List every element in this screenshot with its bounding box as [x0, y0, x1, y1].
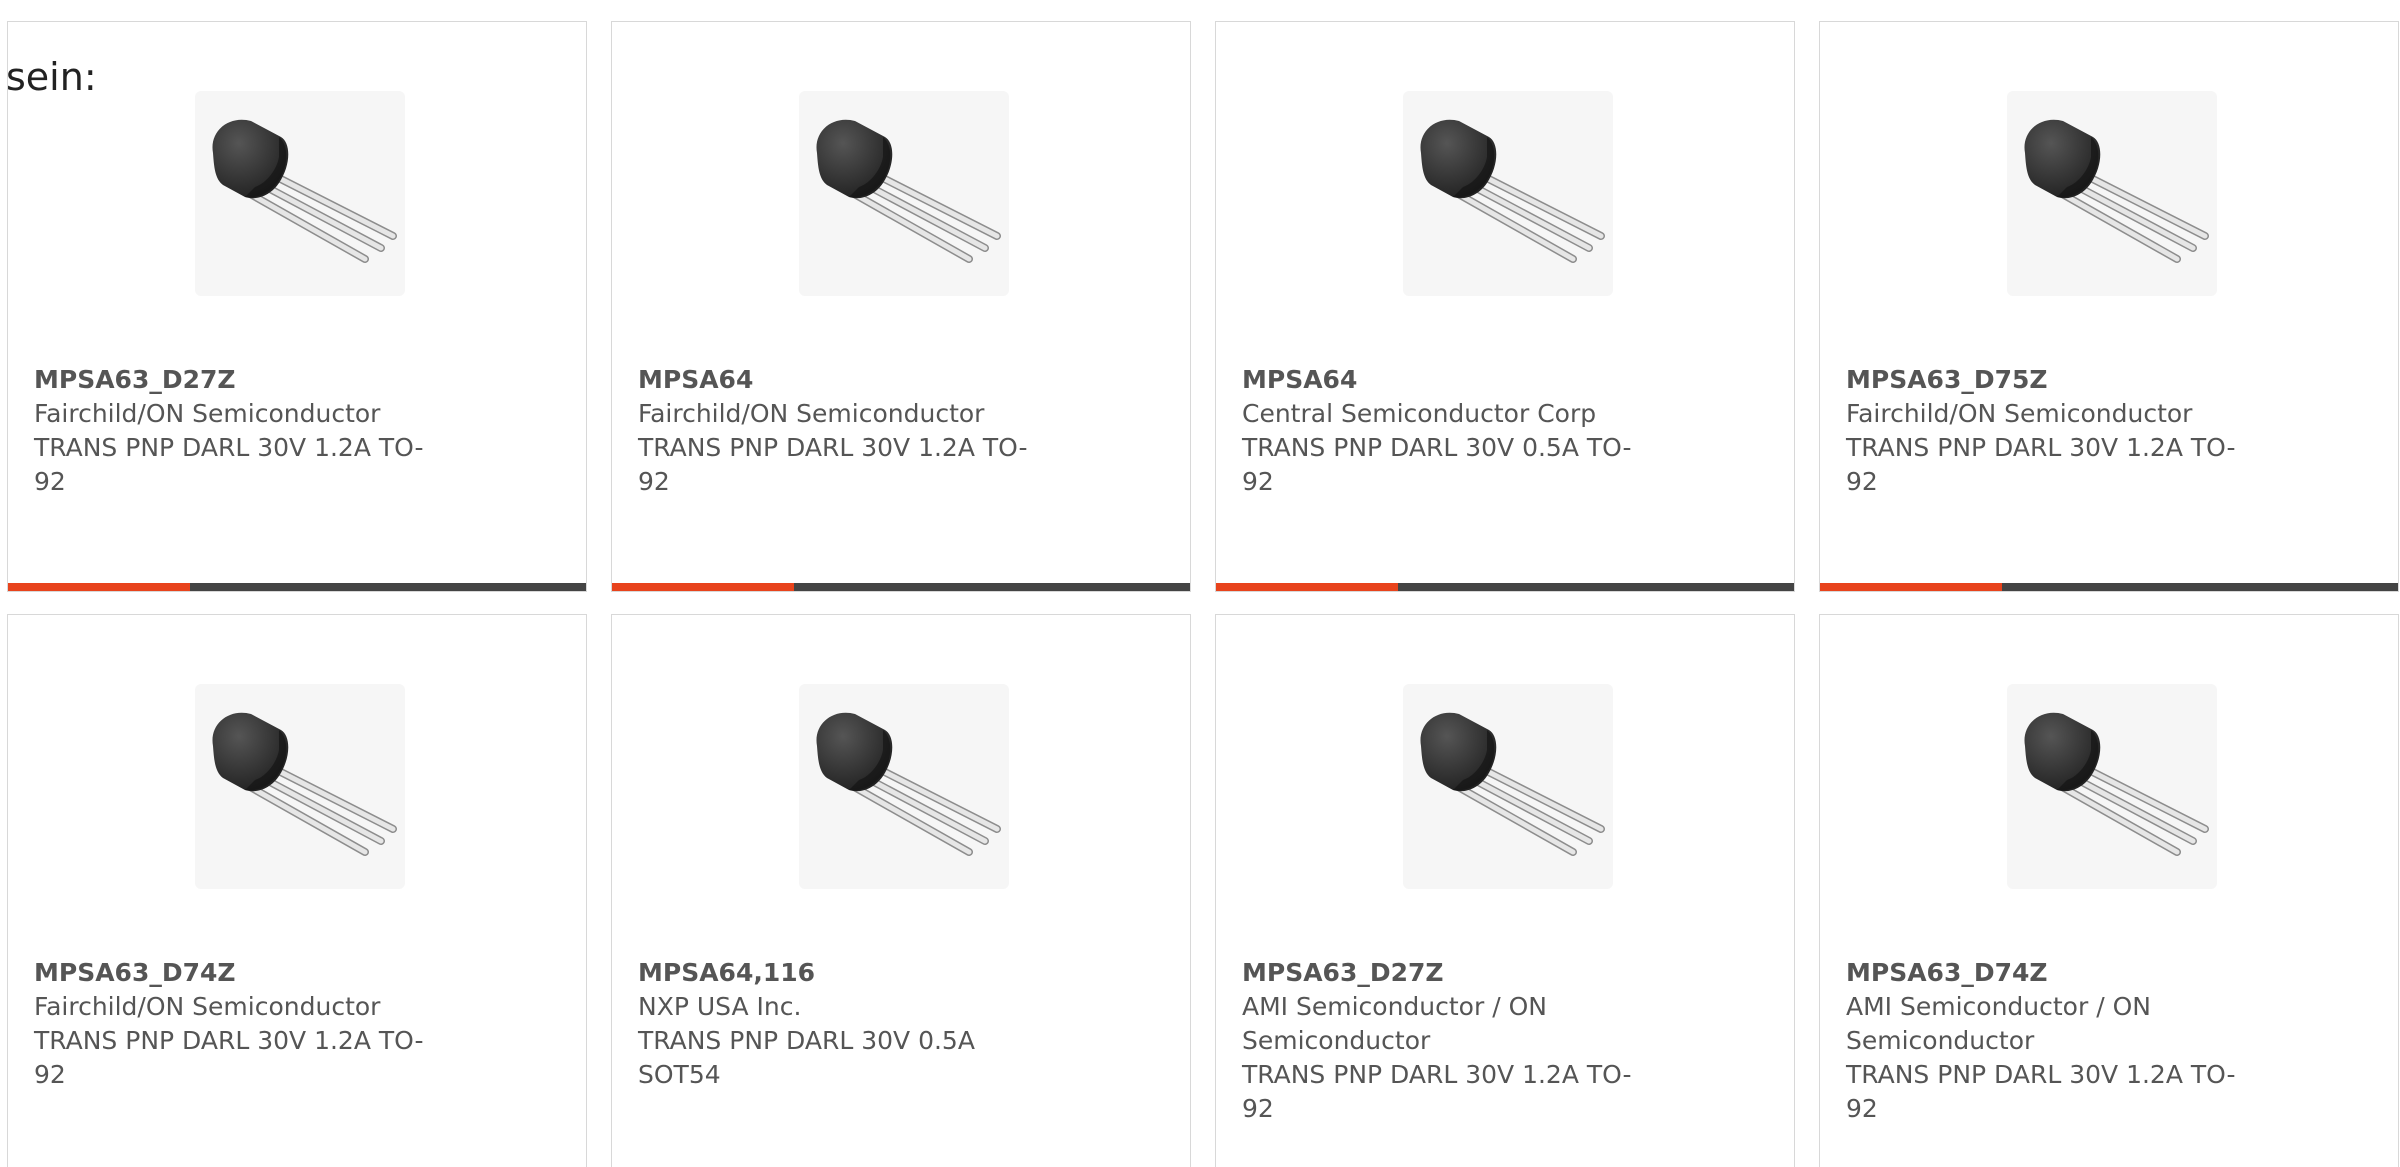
part-number[interactable]: MPSA63_D27Z [34, 363, 454, 397]
product-card[interactable]: MPSA64 Central Semiconductor Corp TRANS … [1215, 21, 1795, 592]
manufacturer: Central Semiconductor Corp [1242, 399, 1597, 428]
product-grid: MPSA63_D27Z Fairchild/ON Semiconductor T… [7, 21, 2400, 1167]
part-number[interactable]: MPSA63_D74Z [34, 956, 454, 990]
to92-transistor-icon[interactable] [799, 91, 1009, 296]
product-card[interactable]: MPSA64 Fairchild/ON Semiconductor TRANS … [611, 21, 1191, 592]
part-number[interactable]: MPSA64 [1242, 363, 1662, 397]
product-card[interactable]: MPSA63_D27Z AMI Semiconductor / ON Semic… [1215, 614, 1795, 1167]
card-accent-bar [8, 583, 190, 591]
description: TRANS PNP DARL 30V 1.2A TO-92 [638, 433, 1028, 496]
card-accent-bar [1820, 583, 2002, 591]
description: TRANS PNP DARL 30V 0.5A TO-92 [1242, 433, 1632, 496]
page: sein: MPSA63_D27Z Fairchild/ON Semicondu… [0, 0, 2400, 1167]
to92-transistor-icon[interactable] [2007, 684, 2217, 889]
manufacturer: NXP USA Inc. [638, 992, 802, 1021]
to92-transistor-icon[interactable] [1403, 684, 1613, 889]
product-card[interactable]: MPSA63_D74Z Fairchild/ON Semiconductor T… [7, 614, 587, 1167]
manufacturer: AMI Semiconductor / ON Semiconductor [1242, 992, 1547, 1055]
card-bottom-bar [1820, 583, 2398, 591]
product-info: MPSA63_D27Z Fairchild/ON Semiconductor T… [34, 363, 454, 499]
manufacturer: AMI Semiconductor / ON Semiconductor [1846, 992, 2151, 1055]
part-number[interactable]: MPSA63_D75Z [1846, 363, 2266, 397]
product-card[interactable]: MPSA63_D74Z AMI Semiconductor / ON Semic… [1819, 614, 2399, 1167]
product-info: MPSA64 Fairchild/ON Semiconductor TRANS … [638, 363, 1058, 499]
intro-text: sein: [6, 55, 97, 99]
description: TRANS PNP DARL 30V 1.2A TO-92 [1846, 433, 2236, 496]
product-card[interactable]: MPSA63_D27Z Fairchild/ON Semiconductor T… [7, 21, 587, 592]
card-accent-bar [612, 583, 794, 591]
card-accent-bar [1216, 583, 1398, 591]
manufacturer: Fairchild/ON Semiconductor [34, 399, 381, 428]
description: TRANS PNP DARL 30V 1.2A TO-92 [34, 433, 424, 496]
description: TRANS PNP DARL 30V 1.2A TO-92 [1242, 1060, 1632, 1123]
manufacturer: Fairchild/ON Semiconductor [1846, 399, 2193, 428]
part-number[interactable]: MPSA63_D27Z [1242, 956, 1662, 990]
product-info: MPSA63_D27Z AMI Semiconductor / ON Semic… [1242, 956, 1662, 1126]
to92-transistor-icon[interactable] [195, 684, 405, 889]
product-info: MPSA63_D74Z Fairchild/ON Semiconductor T… [34, 956, 454, 1092]
product-info: MPSA63_D75Z Fairchild/ON Semiconductor T… [1846, 363, 2266, 499]
card-bottom-bar [8, 583, 586, 591]
product-info: MPSA64,116 NXP USA Inc. TRANS PNP DARL 3… [638, 956, 1058, 1092]
part-number[interactable]: MPSA64,116 [638, 956, 1058, 990]
description: TRANS PNP DARL 30V 1.2A TO-92 [1846, 1060, 2236, 1123]
part-number[interactable]: MPSA64 [638, 363, 1058, 397]
product-card[interactable]: MPSA64,116 NXP USA Inc. TRANS PNP DARL 3… [611, 614, 1191, 1167]
to92-transistor-icon[interactable] [195, 91, 405, 296]
card-bottom-bar [1216, 583, 1794, 591]
description: TRANS PNP DARL 30V 0.5A SOT54 [638, 1026, 975, 1089]
card-bottom-bar [612, 583, 1190, 591]
manufacturer: Fairchild/ON Semiconductor [34, 992, 381, 1021]
product-info: MPSA64 Central Semiconductor Corp TRANS … [1242, 363, 1662, 499]
product-info: MPSA63_D74Z AMI Semiconductor / ON Semic… [1846, 956, 2266, 1126]
manufacturer: Fairchild/ON Semiconductor [638, 399, 985, 428]
description: TRANS PNP DARL 30V 1.2A TO-92 [34, 1026, 424, 1089]
to92-transistor-icon[interactable] [1403, 91, 1613, 296]
to92-transistor-icon[interactable] [799, 684, 1009, 889]
product-card[interactable]: MPSA63_D75Z Fairchild/ON Semiconductor T… [1819, 21, 2399, 592]
part-number[interactable]: MPSA63_D74Z [1846, 956, 2266, 990]
to92-transistor-icon[interactable] [2007, 91, 2217, 296]
